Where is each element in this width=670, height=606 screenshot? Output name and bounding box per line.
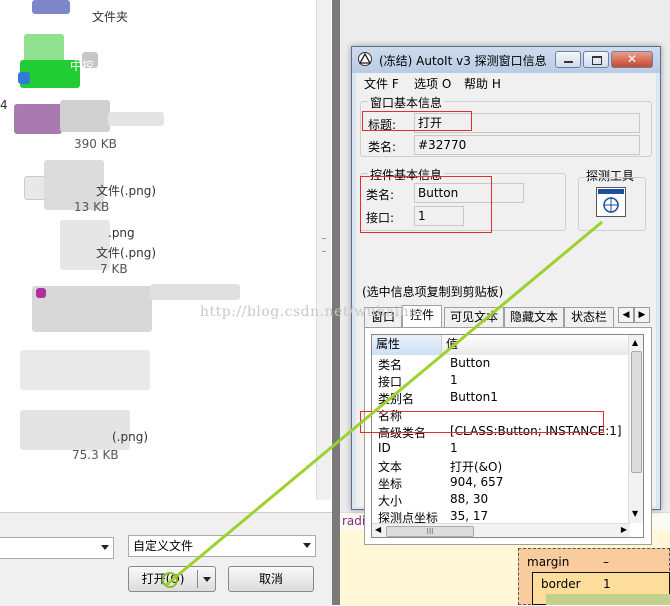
arrow-line bbox=[165, 220, 603, 587]
annotation-arrow bbox=[162, 220, 603, 588]
watermark: http://blog.csdn.net/wuhaihai bbox=[200, 304, 423, 320]
